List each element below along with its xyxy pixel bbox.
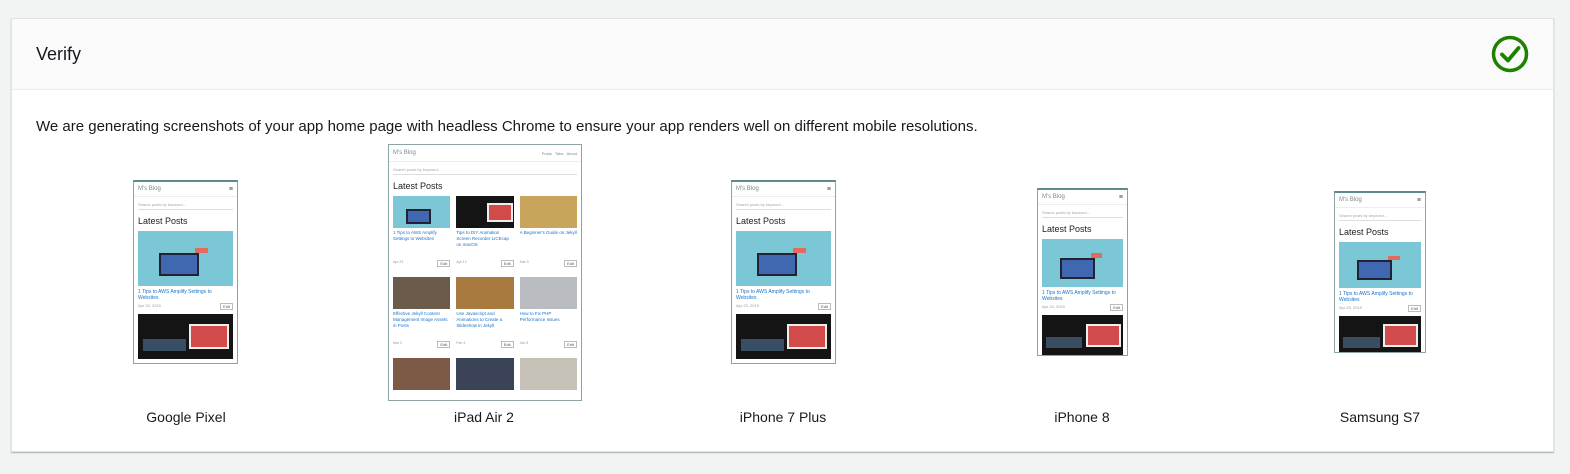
device-screenshot-samsung-s7: M's Blog ≡ Search posts by keyword... Lat… — [1334, 191, 1426, 353]
device-label-google-pixel: Google Pixel — [146, 409, 226, 425]
panel-title: Verify — [36, 44, 82, 64]
device-label-iphone-8: iPhone 8 — [1054, 409, 1110, 425]
device-screenshot-google-pixel: M's Blog ≡ Search posts by keyword... Lat… — [133, 180, 238, 364]
device-screenshot-iphone-8: M's Blog ≡ Search posts by keyword... Lat… — [1037, 188, 1128, 356]
panel-header: Verify — [12, 19, 1553, 90]
check-circle-icon — [1491, 35, 1529, 73]
panel-description: We are generating screenshots of your ap… — [36, 118, 978, 135]
device-label-samsung-s7: Samsung S7 — [1339, 409, 1421, 425]
device-label-ipad-air-2: iPad Air 2 — [454, 409, 514, 425]
device-screenshot-ipad-air-2: M's Blog Posts Tabs About Search posts by… — [388, 144, 582, 401]
device-label-iphone-7-plus: iPhone 7 Plus — [739, 409, 827, 425]
verify-panel: Verify We are generating screenshots of … — [11, 18, 1554, 452]
device-screenshot-iphone-7-plus: M's Blog ≡ Search posts by keyword... Lat… — [731, 180, 836, 364]
